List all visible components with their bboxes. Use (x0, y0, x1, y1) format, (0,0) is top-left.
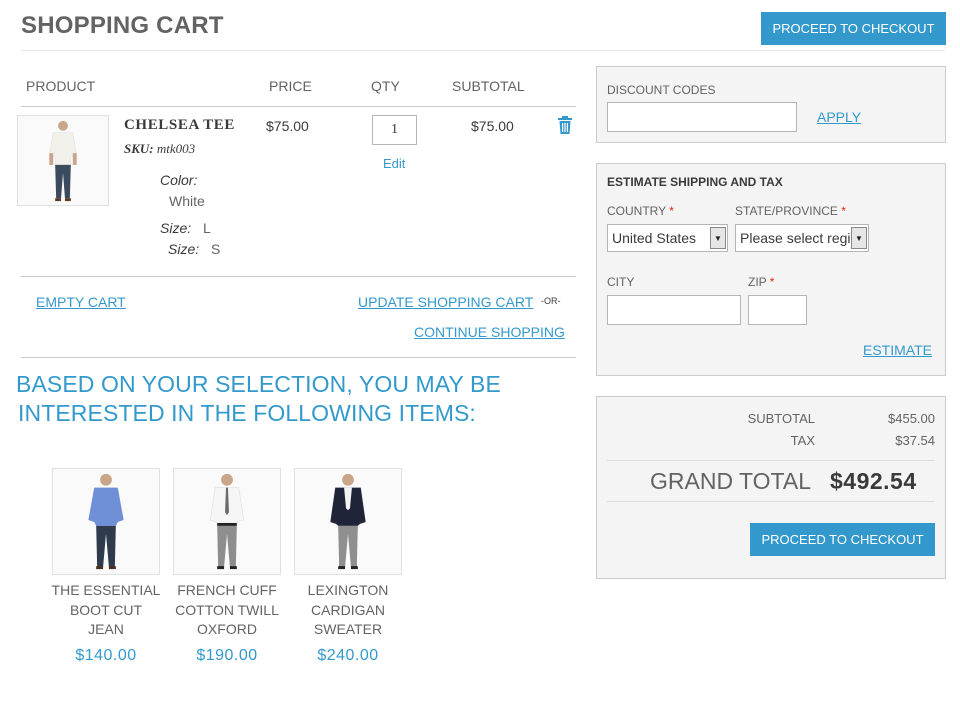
country-label-text: COUNTRY (607, 204, 666, 218)
zip-label-text: ZIP (748, 275, 767, 289)
column-header-price: PRICE (269, 78, 312, 94)
totals-divider (607, 501, 935, 502)
zip-input[interactable] (748, 295, 807, 325)
or-separator: -OR- (541, 296, 561, 306)
man-in-blue-shirt-image-icon (53, 469, 159, 574)
discount-code-input[interactable] (607, 102, 797, 132)
page-title: SHOPPING CART (21, 12, 224, 39)
tax-value: $37.54 (895, 433, 935, 448)
table-header-divider (21, 106, 576, 107)
city-input[interactable] (607, 295, 741, 325)
crosssell-product-name[interactable]: LEXINGTON CARDIGAN SWEATER (288, 581, 408, 640)
product-image[interactable] (17, 115, 109, 206)
crosssell-title-line: INTERESTED IN THE FOLLOWING ITEMS: (18, 400, 476, 426)
state-selected-value: Please select region (740, 230, 867, 246)
actions-divider (21, 357, 576, 358)
crosssell-name-line: BOOT CUT (69, 601, 143, 618)
option-value-size: L (203, 220, 211, 236)
proceed-to-checkout-bottom-button[interactable]: PROCEED TO CHECKOUT (750, 523, 935, 556)
trash-icon[interactable] (557, 116, 573, 134)
product-name-link[interactable]: CHELSEA TEE (124, 117, 235, 134)
crosssell-product-name[interactable]: FRENCH CUFF COTTON TWILL OXFORD (167, 581, 287, 640)
crosssell-product-price: $190.00 (196, 647, 258, 664)
man-in-white-oxford-image-icon (174, 469, 280, 574)
required-asterisk: * (669, 204, 674, 218)
sku-label: SKU: (124, 141, 154, 156)
crosssell-title: BASED ON YOUR SELECTION, YOU MAY BE INTE… (16, 370, 576, 428)
crosssell-product-image[interactable] (173, 468, 281, 575)
option-label-size: Size: (160, 220, 192, 236)
crosssell-product-image[interactable] (294, 468, 402, 575)
required-asterisk: * (841, 204, 846, 218)
city-label: CITY (607, 275, 635, 289)
chevron-down-icon: ▼ (851, 227, 867, 249)
option-label-color: Color: (160, 172, 198, 188)
state-label: STATE/PROVINCE * (735, 204, 846, 218)
product-sku: SKU: mtk003 (124, 141, 195, 157)
chevron-down-icon: ▼ (710, 227, 726, 249)
crosssell-name-line: THE ESSENTIAL (51, 582, 161, 598)
update-shopping-cart-link[interactable]: UPDATE SHOPPING CART (358, 294, 533, 310)
subtotal-value: $455.00 (888, 411, 935, 426)
country-selected-value: United States (612, 230, 697, 246)
state-label-text: STATE/PROVINCE (735, 204, 838, 218)
column-header-qty: QTY (371, 78, 400, 94)
zip-label: ZIP * (748, 275, 774, 289)
grand-total-value: $492.54 (830, 468, 917, 494)
row-divider (21, 276, 576, 277)
crosssell-name-line: CARDIGAN (311, 601, 385, 618)
qty-input[interactable] (372, 115, 417, 145)
crosssell-product-price: $240.00 (317, 647, 379, 664)
edit-item-link[interactable]: Edit (383, 156, 405, 171)
totals-divider (607, 460, 935, 461)
man-in-tee-image-icon (18, 116, 108, 205)
discount-codes-label: DISCOUNT CODES (607, 83, 716, 97)
title-divider (21, 50, 945, 51)
proceed-to-checkout-top-button[interactable]: PROCEED TO CHECKOUT (761, 12, 946, 45)
crosssell-product-price: $140.00 (75, 647, 137, 664)
crosssell-name-line: SWEATER (313, 621, 383, 637)
item-subtotal: $75.00 (471, 118, 514, 134)
crosssell-product-image[interactable] (52, 468, 160, 575)
item-price: $75.00 (266, 118, 309, 134)
apply-discount-link[interactable]: APPLY (817, 109, 861, 125)
country-select[interactable]: United States ▼ (607, 224, 728, 252)
continue-shopping-link[interactable]: CONTINUE SHOPPING (414, 324, 565, 340)
crosssell-name-line: OXFORD (197, 621, 257, 637)
option-label-size: Size: (168, 241, 200, 257)
column-header-product: PRODUCT (26, 78, 96, 94)
crosssell-name-line: JEAN (88, 621, 124, 637)
estimate-shipping-heading: ESTIMATE SHIPPING AND TAX (607, 175, 783, 189)
empty-cart-link[interactable]: EMPTY CART (36, 294, 126, 310)
state-select[interactable]: Please select region ▼ (735, 224, 869, 252)
crosssell-name-line: COTTON TWILL (175, 601, 279, 618)
crosssell-product-name[interactable]: THE ESSENTIAL BOOT CUT JEAN (46, 581, 166, 640)
crosssell-name-line: FRENCH CUFF (177, 582, 277, 598)
tax-label: TAX (790, 433, 815, 448)
required-asterisk: * (769, 275, 775, 289)
man-in-cardigan-image-icon (295, 469, 401, 574)
crosssell-title-line: BASED ON YOUR SELECTION, YOU MAY BE (16, 371, 501, 397)
sku-value: mtk003 (156, 141, 196, 156)
country-label: COUNTRY * (607, 204, 674, 218)
option-value-size: S (211, 241, 221, 257)
crosssell-name-line: LEXINGTON (307, 582, 389, 598)
estimate-link[interactable]: ESTIMATE (863, 342, 932, 358)
column-header-subtotal: SUBTOTAL (452, 78, 525, 94)
option-value-color: White (169, 193, 205, 209)
subtotal-label: SUBTOTAL (747, 411, 815, 426)
grand-total-label: GRAND TOTAL (650, 468, 812, 494)
